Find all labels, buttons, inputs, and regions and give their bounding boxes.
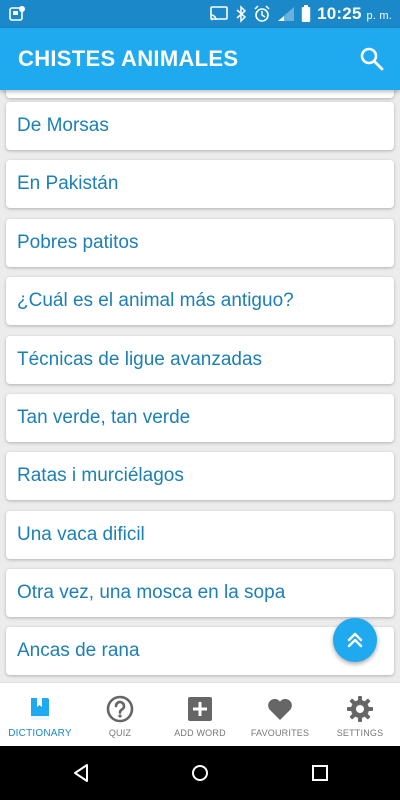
list-item-label: En Pakistán [17, 173, 119, 194]
list-item-label: Pobres patitos [17, 232, 139, 253]
bottom-navigation: DICTIONARY QUIZ ADD WORD FAVOURITES SETT… [0, 682, 400, 747]
nav-favourites-label: FAVOURITES [250, 728, 310, 738]
list-item-label: ¿Cuál es el animal más antiguo? [17, 290, 294, 311]
list-item-label: Otra vez, una mosca en la sopa [17, 582, 286, 603]
list-item[interactable]: Técnicas de ligue avanzadas [6, 336, 394, 384]
list-item[interactable]: ¿Cuál es el animal más antiguo? [6, 277, 394, 325]
double-chevron-up-icon [347, 632, 363, 648]
home-icon[interactable] [189, 762, 211, 784]
battery-icon [301, 5, 311, 22]
list-item[interactable]: Pobres patitos [6, 219, 394, 267]
app-bar: CHISTES ANIMALES [0, 28, 400, 90]
app-title: CHISTES ANIMALES [18, 46, 239, 71]
list-item[interactable]: Tan verde, tan verde [6, 394, 394, 442]
scroll-to-top-button[interactable] [333, 618, 377, 662]
list-item[interactable]: Otra vez, una mosca en la sopa [6, 569, 394, 617]
nav-favourites[interactable]: FAVOURITES [240, 683, 320, 747]
list-item-label: Ancas de rana [17, 640, 140, 661]
search-icon[interactable] [358, 45, 386, 73]
list-item[interactable]: Una vaca dificil [6, 511, 394, 559]
list-item[interactable]: En Pakistán [6, 160, 394, 208]
list-item[interactable]: Ratas i murciélagos [6, 452, 394, 500]
nav-quiz-label: QUIZ [108, 728, 132, 738]
book-icon [31, 698, 49, 720]
signal-icon [278, 7, 295, 21]
recents-icon[interactable] [309, 762, 331, 784]
clock-time: 10:25 [317, 4, 362, 23]
bluetooth-icon [236, 5, 247, 23]
question-icon [106, 695, 134, 723]
nav-add-word-label: ADD WORD [174, 728, 226, 738]
list-item-label: Ratas i murciélagos [17, 465, 184, 486]
list-item[interactable] [6, 90, 394, 98]
nav-quiz[interactable]: QUIZ [80, 683, 160, 747]
back-icon[interactable] [70, 762, 92, 784]
add-icon [188, 697, 212, 721]
list-item-label: Una vaca dificil [17, 524, 145, 545]
list-item-label: Tan verde, tan verde [17, 407, 191, 428]
gear-icon [347, 696, 373, 722]
system-navigation-bar [0, 746, 400, 800]
nav-dictionary[interactable]: DICTIONARY [0, 683, 80, 747]
nav-dictionary-label: DICTIONARY [8, 728, 72, 739]
heart-icon [268, 698, 292, 720]
alarm-icon [254, 5, 270, 22]
nav-settings-label: SETTINGS [336, 728, 384, 738]
list-item-label: De Morsas [17, 115, 109, 136]
nav-settings[interactable]: SETTINGS [320, 683, 400, 747]
notification-icon [9, 6, 25, 21]
list-item[interactable]: De Morsas [6, 102, 394, 150]
nav-add-word[interactable]: ADD WORD [160, 683, 240, 747]
clock-ampm: p. m. [366, 10, 392, 22]
list-item-label: Técnicas de ligue avanzadas [17, 349, 263, 370]
clock: 10:25 p. m. [317, 4, 392, 24]
cast-icon [210, 6, 228, 21]
joke-list[interactable]: De Morsas En Pakistán Pobres patitos ¿Cu… [0, 90, 400, 682]
status-bar: 10:25 p. m. [0, 0, 400, 28]
